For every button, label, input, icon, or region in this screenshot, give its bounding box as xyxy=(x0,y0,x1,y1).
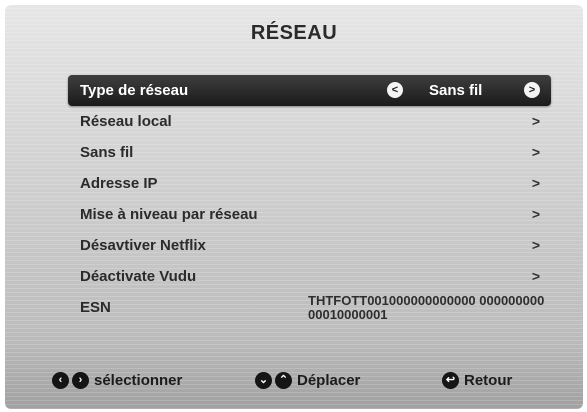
chevron-right-icon: > xyxy=(531,175,540,191)
chevron-right-icon: > xyxy=(531,113,540,129)
network-menu: Type de réseau < Sans fil > Réseau local… xyxy=(68,75,551,332)
move-hint-label: Déplacer xyxy=(297,371,361,389)
esn-label: ESN xyxy=(80,299,111,316)
network-menu-screen: RÉSEAU Type de réseau < Sans fil > Résea… xyxy=(5,5,583,409)
chevron-down-icon: ⌄ xyxy=(255,371,272,389)
right-arrow-icon[interactable]: > xyxy=(524,82,540,98)
back-hint: ↩ Retour xyxy=(442,371,512,389)
menu-item-label: Déactivate Vudu xyxy=(80,268,197,285)
back-hint-label: Retour xyxy=(464,371,513,389)
menu-item-network-type[interactable]: Type de réseau < Sans fil > xyxy=(68,75,551,106)
chevron-right-icon: > xyxy=(531,144,540,160)
left-arrow-icon[interactable]: < xyxy=(387,82,403,98)
menu-item-label: Désavtiver Netflix xyxy=(80,237,206,254)
esn-row: ESN THTFOTT001000000000000 0000000000001… xyxy=(68,292,551,332)
page-title: RÉSEAU xyxy=(250,22,338,44)
menu-item-local-network[interactable]: Réseau local > xyxy=(68,106,551,137)
menu-item-label: Adresse IP xyxy=(80,175,158,192)
move-hint: ⌄ ⌃ Déplacer xyxy=(255,371,360,389)
select-hint: ‹ › sélectionner xyxy=(52,371,182,389)
menu-item-deactivate-vudu[interactable]: Déactivate Vudu > xyxy=(68,261,551,292)
chevron-right-icon: > xyxy=(531,206,540,222)
esn-value: THTFOTT001000000000000 00000000000010000… xyxy=(308,293,545,322)
chevron-right-icon: > xyxy=(531,268,540,284)
menu-item-label: Réseau local xyxy=(80,113,172,130)
network-type-value: Sans fil xyxy=(429,82,483,99)
select-hint-label: sélectionner xyxy=(94,371,183,389)
left-arrow-icon: ‹ xyxy=(52,371,69,389)
back-icon: ↩ xyxy=(442,371,459,389)
right-arrow-icon: › xyxy=(72,371,89,389)
menu-item-network-update[interactable]: Mise à niveau par réseau > xyxy=(68,199,551,230)
menu-item-label: Mise à niveau par réseau xyxy=(80,206,258,223)
menu-item-ip-address[interactable]: Adresse IP > xyxy=(68,168,551,199)
menu-item-label: Type de réseau xyxy=(80,82,189,99)
menu-item-wireless[interactable]: Sans fil > xyxy=(68,137,551,168)
chevron-right-icon: > xyxy=(531,237,540,253)
chevron-up-icon: ⌃ xyxy=(275,371,292,389)
menu-item-deactivate-netflix[interactable]: Désavtiver Netflix > xyxy=(68,230,551,261)
menu-item-label: Sans fil xyxy=(80,144,134,161)
